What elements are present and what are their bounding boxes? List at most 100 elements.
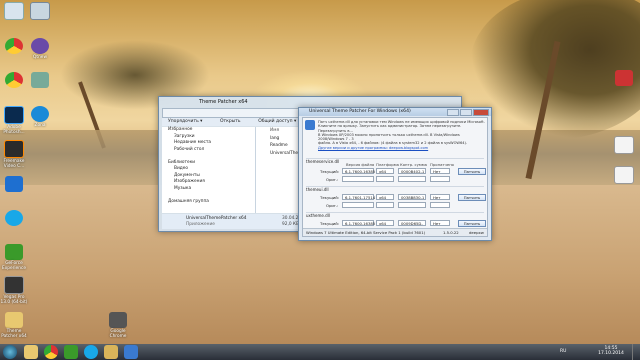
file-section-uxtheme: uxtheme.dll Текущий: Ориг.: 6.1.7600.163… [306,212,486,241]
patcher-window[interactable]: Universal Theme Patcher For Windows (x64… [298,107,492,241]
app-icon [31,72,49,88]
chrome-icon [5,72,23,88]
clock[interactable]: 14:55 17.10.2014 [596,346,626,356]
desktop-icon-skype[interactable] [0,210,28,227]
orig-version-field [342,202,374,208]
desktop-icon-recycle-bin[interactable] [26,2,54,21]
header-checksum: Контр. сумма [400,162,427,167]
patched-field: Нет [430,220,450,226]
version-field: 6.1.7600.16385 [342,168,375,174]
header-patched: Пропатчено [430,162,454,167]
patched-field: Нет [430,194,450,200]
close-button[interactable] [473,109,489,116]
file-name: themeui.dll [306,187,329,192]
desktop-icon-geforce[interactable]: GeForce Experience [0,244,28,271]
os-info: Windows 7 Ultimate Edition, 64-bit Servi… [306,230,426,235]
app-icon [31,38,49,54]
desktop-icon-theme-patcher[interactable]: Theme Patcher x64 [0,312,28,339]
platform-field: x64 [376,168,394,174]
details-type: Приложение [186,222,215,227]
homepage-link[interactable]: Другие версии и другие программы: deepxw… [318,146,485,150]
organize-button[interactable]: Упорядочить ▾ [168,119,202,124]
folder-icon [5,312,23,328]
patch-button[interactable]: Патчить [458,220,486,227]
navigation-pane: Избранное Загрузки Недавние места Рабочи… [162,127,256,213]
details-name: UniversalThemePatcher x64 [186,216,247,221]
desktop-icon-right-2[interactable] [610,136,638,155]
skype-icon[interactable] [84,345,98,359]
chrome-icon [109,312,127,328]
patched-field: Нет [430,168,450,174]
skype-icon [5,210,23,226]
geforce-icon [5,244,23,260]
orig-version-field [342,176,374,182]
freemake-icon [4,140,24,158]
app-icon [615,70,633,86]
show-desktop-button[interactable] [632,344,640,360]
label-current: Текущий: [320,169,339,174]
chrome-icon [5,38,23,54]
patch-button[interactable]: Патчить [458,168,486,175]
desktop-icon-app[interactable] [0,176,28,193]
share-button[interactable]: Общий доступ ▾ [258,119,296,124]
patcher-title: Universal Theme Patcher For Windows (x64… [309,109,411,114]
description-line: В Windows XP/2003 можно пропатчить тольк… [318,132,460,142]
nvidia-icon[interactable] [64,345,78,359]
desktop-icon-chrome-2[interactable] [0,72,28,89]
folder-icon[interactable] [104,345,118,359]
details-size: 92,0 КБ [282,222,299,227]
minimize-button[interactable] [447,109,459,116]
desktop-icon-chrome-3[interactable]: Google Chrome [104,312,132,339]
file-name: uxtheme.dll [306,213,330,218]
orig-patched-field [430,176,450,182]
computer-icon [4,2,24,20]
desktop-icon-app-2[interactable] [26,72,54,89]
clock-date: 17.10.2014 [598,351,624,356]
open-button[interactable]: Открыть [220,119,241,124]
label-orig: Ориг.: [326,203,339,208]
checksum-field: 0000B402-1 [398,168,426,174]
desktop-icon-freemake[interactable]: Freemake Video C... [0,140,28,169]
desktop-icon-right-1[interactable] [610,70,638,87]
label-current: Текущий: [320,195,339,200]
desktop-icon-computer[interactable] [0,2,28,21]
version-field: 6.1.7601.17514 [342,194,375,200]
orig-platform-field [376,176,394,182]
app-icon [5,176,23,192]
orig-platform-field [376,202,394,208]
file-section-themeservice: themeservice.dll Версия файла Платформа … [306,158,486,187]
document-icon [614,166,634,184]
desktop-icon-vegas[interactable]: Vegas Pro 13.0 (64-bit) [0,276,28,305]
desktop-icon-right-3[interactable] [610,166,638,185]
patcher-icon[interactable] [124,345,138,359]
explorer-title: Theme Patcher x64 [199,99,248,105]
maximize-button[interactable] [460,109,472,116]
patch-button[interactable]: Патчить [458,194,486,201]
patcher-body: Патч uxtheme.dll для установки тем Windo… [302,117,488,237]
start-orb-icon[interactable] [3,345,17,359]
app-version: 1.5.0.22 [443,230,459,235]
header-platform: Платформа [376,162,399,167]
taskbar: RU 14:55 17.10.2014 [0,344,640,360]
patcher-logo-icon [305,120,315,130]
description-line: Кликните по ярлыку. Запустить как админи… [318,124,462,133]
desktop-icon-qtnew[interactable]: Qtnew [26,38,54,60]
file-section-themeui: themeui.dll Текущий: Ориг.: 6.1.7601.175… [306,186,486,215]
header-version: Версия файла [346,162,375,167]
checksum-field: 0009D65D-1 [398,220,426,232]
platform-field: x64 [376,194,394,200]
version-field: 6.1.7600.16385 [342,220,375,226]
orig-checksum-field [398,202,426,208]
desktop-icon-chrome[interactable] [0,38,28,55]
language-indicator[interactable]: RU [560,349,566,354]
author: deepxw [469,230,484,235]
checksum-field: 0038B830-1 [398,194,426,200]
document-icon [614,136,634,154]
explorer-icon[interactable] [24,345,38,359]
file-name: themeservice.dll [306,159,340,164]
desktop-icon-zona[interactable]: Zona [26,106,54,128]
zona-icon [31,106,49,122]
chrome-icon[interactable] [44,345,58,359]
nav-homegroup[interactable]: Домашняя группа [162,199,255,206]
desktop-icon-photoshop[interactable]: Adobe Photosh... [0,106,28,135]
